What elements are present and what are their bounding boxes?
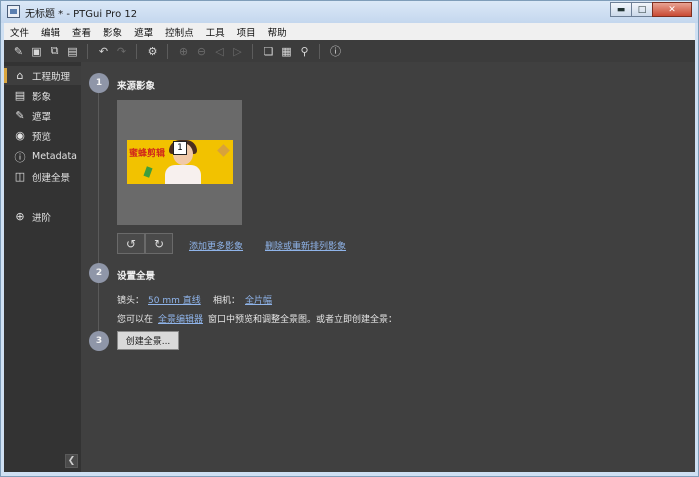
window-title: 无标题 * - PTGui Pro 12 — [25, 9, 138, 20]
zoom-out-icon[interactable]: ⊖ — [193, 43, 210, 60]
camera-value-link[interactable]: 全片幅 — [245, 293, 272, 306]
eye-icon: ◉ — [15, 129, 25, 142]
lens-label: 镜头： — [117, 296, 145, 306]
step-title-panorama-settings: 设置全景 — [117, 271, 156, 282]
rotate-left-icon: ↺ — [125, 236, 137, 251]
menu-tools[interactable]: 工具 — [200, 25, 231, 39]
menu-mask[interactable]: 遮罩 — [128, 25, 159, 39]
panorama-editor-icon[interactable]: ❏ — [260, 43, 277, 60]
step-number-2: 2 — [89, 263, 109, 283]
app-window: 无标题 * - PTGui Pro 12 ▬ □ ✕ 文件 编辑 查看 影象 遮… — [0, 0, 699, 477]
add-more-images-link[interactable]: 添加更多影象 — [189, 239, 243, 252]
sidebar-item-preview[interactable]: ◉ 预览 — [4, 126, 81, 145]
rotate-controls: ↺ ↻ — [117, 233, 173, 254]
thumbnail-person-body — [165, 165, 201, 184]
copy-icon[interactable]: ⧉ — [46, 43, 63, 60]
bulb-icon[interactable]: ⚲ — [296, 43, 313, 60]
sidebar: ⌂ 工程助理 ▤ 影象 ✎ 遮罩 ◉ 预览 ⓘ Metadata ◫ 创建全景 … — [4, 62, 81, 472]
redo-icon[interactable]: ↷ — [113, 43, 130, 60]
sidebar-item-project-assistant[interactable]: ⌂ 工程助理 — [4, 66, 81, 85]
sidebar-item-label: 创建全景 — [32, 172, 71, 184]
chevron-circle-down-icon: ⊕ — [15, 210, 25, 223]
toolbar-separator — [319, 43, 320, 59]
help-icon[interactable]: ⓘ — [327, 43, 344, 60]
zoom-in-icon[interactable]: ⊕ — [175, 43, 192, 60]
title-bar[interactable]: 无标题 * - PTGui Pro 12 ▬ □ ✕ — [1, 1, 698, 23]
thumbnail-decoration — [143, 166, 153, 178]
open-project-icon[interactable]: ▣ — [28, 43, 45, 60]
editor-hint-suffix: 窗口中预览和调整全景图。或者立即创建全景： — [208, 315, 398, 325]
toolbar-separator — [252, 43, 253, 59]
sidebar-item-create-panorama[interactable]: ◫ 创建全景 — [4, 167, 81, 186]
collapse-sidebar-button[interactable]: ❮ — [65, 454, 78, 468]
minimize-button[interactable]: ▬ — [610, 2, 632, 17]
mask-icon: ✎ — [15, 109, 25, 122]
menu-file[interactable]: 文件 — [4, 25, 35, 39]
close-icon: ✕ — [668, 4, 676, 15]
first-image-icon[interactable]: ◁ — [211, 43, 228, 60]
save-icon[interactable]: ▤ — [64, 43, 81, 60]
minimize-icon: ▬ — [616, 4, 626, 15]
menu-help[interactable]: 帮助 — [262, 25, 293, 39]
toolbar: ✎ ▣ ⧉ ▤ ↶ ↷ ⚙ ⊕ ⊖ ◁ ▷ ❏ ▦ ⚲ ⓘ — [4, 40, 695, 62]
menu-bar: 文件 编辑 查看 影象 遮罩 控制点 工具 项目 帮助 — [4, 23, 695, 40]
sidebar-item-label: 进阶 — [32, 212, 52, 224]
sidebar-item-label: 工程助理 — [32, 71, 71, 83]
sidebar-item-label: 影象 — [32, 91, 52, 103]
last-image-icon[interactable]: ▷ — [229, 43, 246, 60]
panorama-icon: ◫ — [14, 170, 26, 183]
editor-hint-prefix: 您可以在 — [117, 315, 154, 325]
toolbar-separator — [87, 43, 88, 59]
close-button[interactable]: ✕ — [652, 2, 692, 17]
rotate-left-button[interactable]: ↺ — [117, 233, 145, 254]
menu-images[interactable]: 影象 — [97, 25, 128, 39]
panorama-editor-link[interactable]: 全景编辑器 — [158, 312, 203, 325]
create-panorama-button[interactable]: 创建全景... — [117, 331, 179, 350]
bottom-border — [4, 472, 695, 476]
app-icon — [7, 5, 20, 18]
image-number-badge: 1 — [173, 141, 187, 155]
image-icon: ▤ — [14, 89, 26, 102]
thumbnail-decoration — [217, 144, 230, 157]
new-project-icon[interactable]: ✎ — [10, 43, 27, 60]
step-number-3: 3 — [89, 331, 109, 351]
maximize-button[interactable]: □ — [631, 2, 653, 17]
menu-edit[interactable]: 编辑 — [35, 25, 66, 39]
maximize-icon: □ — [637, 4, 647, 15]
menu-project[interactable]: 项目 — [231, 25, 262, 39]
sidebar-item-metadata[interactable]: ⓘ Metadata — [4, 147, 81, 166]
menu-control-points[interactable]: 控制点 — [159, 25, 200, 39]
sidebar-item-label: Metadata — [32, 151, 77, 162]
camera-label: 相机： — [213, 296, 241, 306]
info-icon: ⓘ — [14, 150, 26, 164]
sidebar-item-images[interactable]: ▤ 影象 — [4, 86, 81, 105]
step-connector-line — [98, 91, 99, 336]
home-icon: ⌂ — [16, 69, 24, 82]
remove-reorder-images-link[interactable]: 删除或重新排列影象 — [265, 239, 346, 252]
lens-value-link[interactable]: 50 mm 直线 — [148, 293, 201, 306]
step-number-1: 1 — [89, 73, 109, 93]
menu-view[interactable]: 查看 — [66, 25, 97, 39]
table-icon[interactable]: ▦ — [278, 43, 295, 60]
step-title-source-images: 来源影象 — [117, 81, 156, 92]
undo-icon[interactable]: ↶ — [95, 43, 112, 60]
toolbar-separator — [167, 43, 168, 59]
settings-icon[interactable]: ⚙ — [144, 43, 161, 60]
sidebar-item-label: 预览 — [32, 131, 52, 143]
rotate-right-button[interactable]: ↻ — [145, 233, 173, 254]
window-controls: ▬ □ ✕ — [610, 2, 692, 18]
thumbnail-caption: 蜜蜂剪辑 — [129, 149, 166, 159]
sidebar-item-mask[interactable]: ✎ 遮罩 — [4, 106, 81, 125]
sidebar-item-advanced[interactable]: ⊕ 进阶 — [4, 207, 81, 226]
sidebar-item-label: 遮罩 — [32, 111, 52, 123]
toolbar-separator — [136, 43, 137, 59]
chevron-left-icon: ❮ — [67, 456, 76, 466]
image-thumbnail-area[interactable]: 蜜蜂剪辑 1 — [117, 100, 242, 225]
rotate-right-icon: ↻ — [153, 236, 165, 251]
